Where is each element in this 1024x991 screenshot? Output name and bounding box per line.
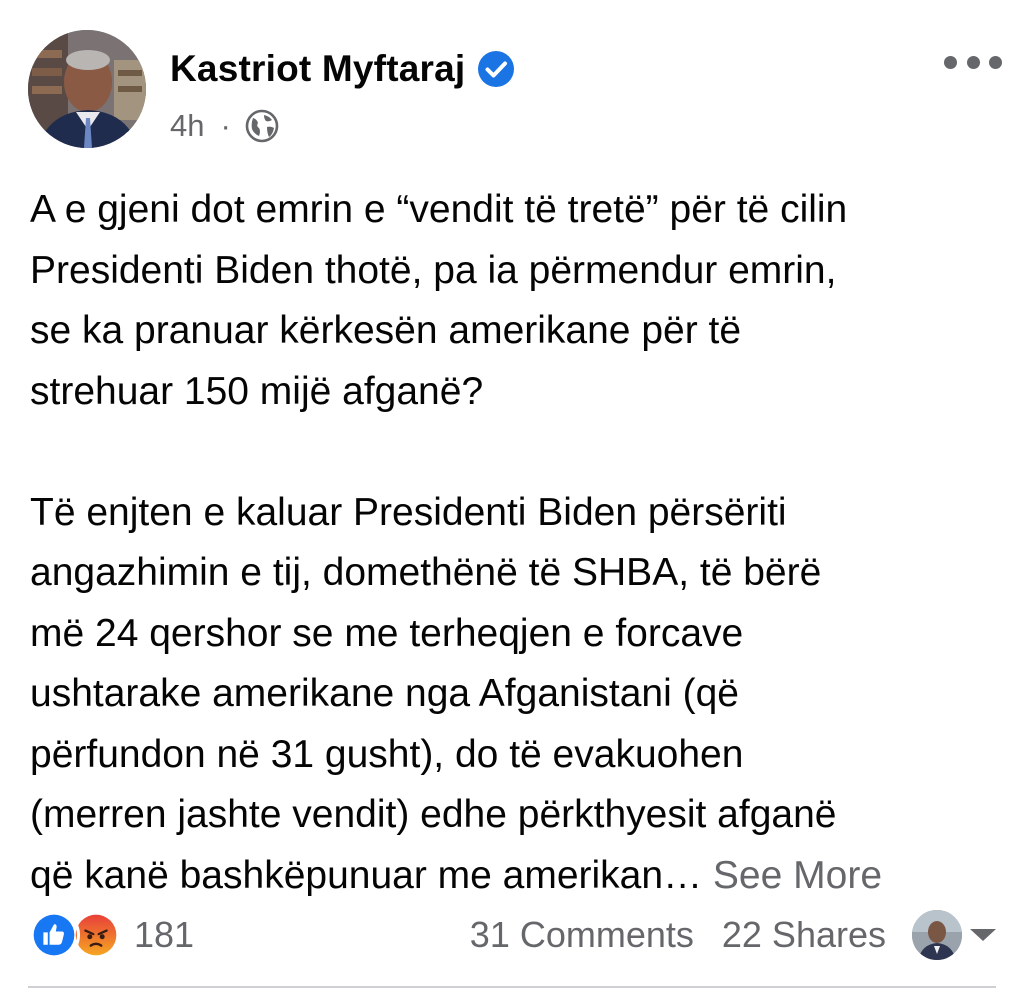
body-line: se ka pranuar kërkesën amerikane për të — [30, 309, 742, 352]
post-time[interactable]: 4h — [170, 108, 204, 144]
comments-count[interactable]: 31 Comments — [470, 914, 694, 956]
body-line: përfundon në 31 gusht), do të evakuohen — [30, 732, 744, 776]
body-line: angazhimin e tij, domethënë të SHBA, të … — [30, 551, 822, 594]
body-line-text: që kanë bashkëpunuar me amerikan… — [30, 853, 703, 897]
author-name-row[interactable]: Kastriot Myftaraj — [170, 48, 515, 90]
body-line: Presidenti Biden thotë, pa ia përmendur … — [30, 248, 837, 292]
chevron-down-icon[interactable] — [970, 929, 996, 941]
verified-badge-icon — [478, 51, 515, 87]
post-meta: 4h · — [170, 108, 279, 144]
globe-icon[interactable] — [245, 109, 279, 143]
meta-separator: · — [220, 108, 231, 143]
divider — [28, 986, 996, 988]
more-options-icon[interactable] — [944, 44, 1002, 80]
engagement-summary: 31 Comments 22 Shares — [470, 907, 996, 963]
body-line: më 24 qershor se me terheqjen e forcave — [30, 611, 744, 655]
body-line: A e gjeni dot emrin e “vendit të tretë” … — [30, 188, 848, 231]
body-line: ushtarake amerikane nga Afganistani (që — [30, 672, 739, 715]
author-name[interactable]: Kastriot Myftaraj — [170, 48, 465, 90]
viewer-avatar[interactable] — [912, 910, 962, 960]
body-line: (merren jashte vendit) edhe përkthyesit … — [30, 793, 837, 836]
shares-count[interactable]: 22 Shares — [722, 914, 886, 956]
body-line: strehuar 150 mijë afganë? — [30, 369, 484, 413]
facebook-post: Kastriot Myftaraj 4h · A e gjeni dot emr… — [0, 0, 1024, 991]
see-more-link[interactable]: See More — [713, 854, 882, 897]
body-line: Të enjten e kaluar Presidenti Biden përs… — [30, 490, 787, 534]
reactions-summary[interactable]: 181 — [28, 907, 194, 963]
post-body: A e gjeni dot emrin e “vendit të tretë” … — [30, 180, 1005, 906]
author-avatar[interactable] — [28, 30, 146, 148]
like-reaction-icon — [28, 909, 80, 961]
reaction-count[interactable]: 181 — [134, 914, 194, 956]
body-line-last: që kanë bashkëpunuar me amerikan… See Mo… — [30, 846, 1005, 907]
